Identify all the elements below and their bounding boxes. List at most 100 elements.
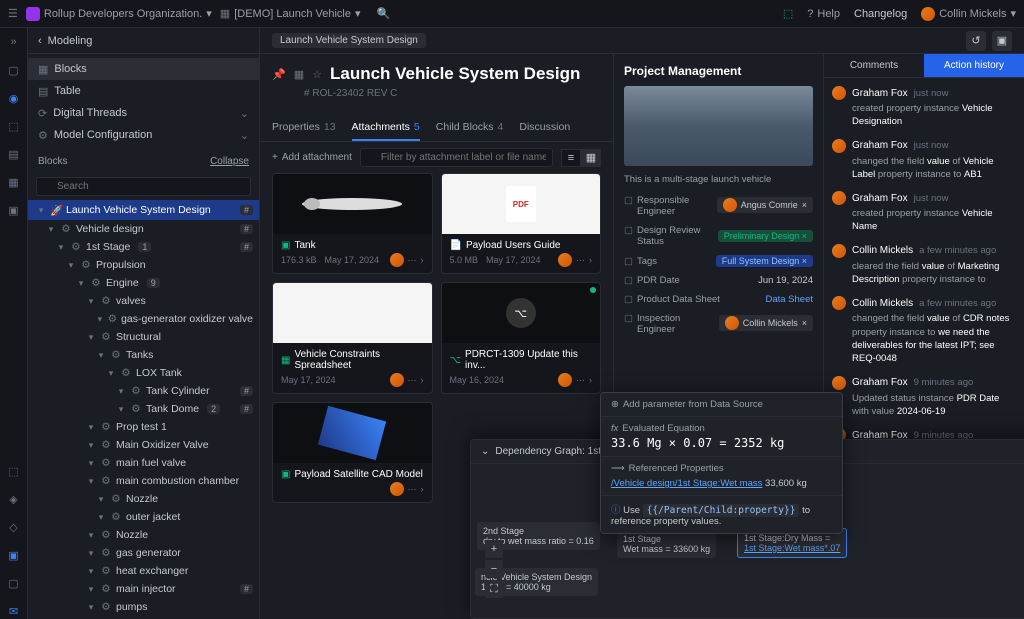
tab-child-blocks[interactable]: Child Blocks4 [436, 115, 504, 141]
nav-icon-b2[interactable]: ◈ [6, 491, 22, 507]
tree-item[interactable]: ▾⚙outer jacket [28, 508, 259, 526]
pm-field: ▢Design Review StatusPreliminary Design … [624, 225, 813, 247]
tree-item[interactable]: ▾⚙gas generator [28, 544, 259, 562]
pm-field: ▢Responsible EngineerAngus Comrie × [624, 195, 813, 217]
menu-icon[interactable]: ☰ [8, 7, 18, 20]
tree-item[interactable]: ▾⚙Engine9 [28, 274, 259, 292]
help-link[interactable]: ?Help [807, 8, 840, 20]
tab-attachments[interactable]: Attachments5 [352, 115, 420, 141]
nav-icon-3[interactable]: ⬚ [6, 118, 22, 134]
pm-title: Project Management [624, 64, 813, 78]
chevron-down-icon[interactable]: ⌄ [481, 446, 489, 457]
activity-item: Collin Mickels a few minutes agochanged … [832, 296, 1016, 365]
plus-circle-icon: ⊕ [611, 399, 619, 410]
tree-item[interactable]: ▾⚙main fuel valve [28, 454, 259, 472]
pin-icon[interactable]: 📌 [272, 68, 286, 81]
chevron-down-icon: ▾ [1010, 7, 1016, 20]
tree-item[interactable]: ▾⚙Nozzle [28, 490, 259, 508]
back-icon[interactable]: ‹ [38, 35, 42, 47]
more-icon: ⋯ [408, 375, 417, 386]
attachment-card[interactable]: ▣ Payload Satellite CAD Model⋯› [272, 402, 433, 503]
tab-action-history[interactable]: Action history [924, 54, 1024, 77]
tree-item[interactable]: ▾⚙Main Oxidizer Valve [28, 436, 259, 454]
tree-item[interactable]: ▾⚙main combustion chamber [28, 472, 259, 490]
tab-discussion[interactable]: Discussion [519, 115, 570, 141]
block-id: ROL-23402 REV C [312, 88, 397, 99]
nav-icon-4[interactable]: ▤ [6, 146, 22, 162]
more-icon: ⋯ [408, 484, 417, 495]
search-icon[interactable]: 🔍 [377, 7, 391, 20]
fit-button[interactable]: ⛶ [485, 580, 503, 598]
nav-icon-b6[interactable]: ✉ [6, 603, 22, 619]
star-icon[interactable]: ☆ [312, 68, 322, 81]
blocks-icon[interactable]: ◉ [6, 90, 22, 106]
menu-item-table[interactable]: ▤ Table [28, 80, 259, 102]
org-dropdown[interactable]: Rollup Developers Organization. ▾ [26, 7, 212, 21]
status-icon[interactable]: ⬚ [783, 7, 793, 20]
user-menu[interactable]: Collin Mickels ▾ [921, 7, 1016, 21]
tree-item[interactable]: ▾⚙pumps [28, 598, 259, 616]
tree-item[interactable]: ▾⚙Prop test 1 [28, 418, 259, 436]
panel-icon[interactable]: ▣ [992, 31, 1012, 51]
tree-item[interactable]: ▾⚙Tank Dome2# [28, 400, 259, 418]
zoom-out-button[interactable]: − [485, 560, 503, 578]
attachment-card[interactable]: ▣ Tank176.3 kBMay 17, 2024⋯› [272, 173, 433, 274]
avatar [921, 7, 935, 21]
attachment-search-input[interactable] [360, 148, 553, 167]
menu-item-digital-threads[interactable]: ⟳ Digital Threads⌄ [28, 102, 259, 124]
tree-item[interactable]: ▾⚙Vehicle design# [28, 220, 259, 238]
tree-item[interactable]: ▾⚙Propulsion [28, 256, 259, 274]
tree-item[interactable]: ▾⚙Tanks [28, 346, 259, 364]
tree-item[interactable]: ▾⚙Nozzle [28, 526, 259, 544]
equation-value: 33.6 Mg × 0.07 = 2352 kg [611, 436, 832, 450]
dashboard-icon[interactable]: ▢ [6, 62, 22, 78]
tree-item[interactable]: ▾⚙Structural [28, 328, 259, 346]
tree-item[interactable]: ▾⚙LOX Tank [28, 364, 259, 382]
tree-item[interactable]: ▾🚀Launch Vehicle System Design# [28, 200, 259, 220]
link-icon: ⟶ [611, 463, 625, 474]
plus-icon: + [272, 152, 278, 163]
tab-properties[interactable]: Properties13 [272, 115, 336, 141]
tree-item[interactable]: ▾⚙heat exchanger [28, 562, 259, 580]
collapse-link[interactable]: Collapse [210, 156, 249, 167]
attachment-card[interactable]: ▦ Vehicle Constraints SpreadsheetMay 17,… [272, 282, 433, 394]
tree-item[interactable]: ▾⚙valves [28, 292, 259, 310]
expand-icon[interactable]: » [6, 34, 22, 50]
menu-item-model-configuration[interactable]: ⚙ Model Configuration⌄ [28, 124, 259, 146]
icon-sidebar: » ▢ ◉ ⬚ ▤ ▦ ▣ ⬚ ◈ ◇ ▣ ▢ ✉ [0, 28, 28, 619]
activity-item: Collin Mickels a few minutes agocleared … [832, 244, 1016, 287]
tree-search-input[interactable] [36, 177, 251, 196]
nav-icon-b4[interactable]: ▣ [6, 547, 22, 563]
attachment-card[interactable]: PDF📄 Payload Users Guide5.0 MBMay 17, 20… [441, 173, 602, 274]
more-icon: ⋯ [576, 375, 585, 386]
tab-comments[interactable]: Comments [824, 54, 924, 77]
tree-item[interactable]: ▾⚙main injector# [28, 580, 259, 598]
ref-link[interactable]: /Vehicle design/1st Stage:Wet mass [611, 478, 762, 489]
nav-icon-6[interactable]: ▣ [6, 202, 22, 218]
list-view-button[interactable]: ≡ [561, 149, 581, 167]
tree-item[interactable]: ▾⚙gas-generator oxidizer valve [28, 310, 259, 328]
add-attachment-button[interactable]: + Add attachment [272, 152, 352, 163]
top-bar: ☰ Rollup Developers Organization. ▾ ▦ [D… [0, 0, 1024, 28]
menu-item-blocks[interactable]: ▦ Blocks [28, 58, 259, 80]
activity-item: Graham Fox just nowcreated property inst… [832, 86, 1016, 129]
zoom-in-button[interactable]: + [485, 540, 503, 558]
add-param-link[interactable]: ⊕ Add parameter from Data Source [611, 399, 832, 410]
nav-icon-b3[interactable]: ◇ [6, 519, 22, 535]
breadcrumb[interactable]: Launch Vehicle System Design [272, 33, 426, 48]
tree-item[interactable]: ▾⚙Tank Cylinder# [28, 382, 259, 400]
grid-view-button[interactable]: ▦ [581, 149, 601, 167]
nav-icon-b5[interactable]: ▢ [6, 575, 22, 591]
nav-icon-b1[interactable]: ⬚ [6, 463, 22, 479]
nav-icon-5[interactable]: ▦ [6, 174, 22, 190]
grid-icon[interactable]: ▦ [294, 68, 304, 81]
project-dropdown[interactable]: ▦ [DEMO] Launch Vehicle ▾ [220, 7, 361, 20]
tree-item[interactable]: ▾⚙1st Stage1# [28, 238, 259, 256]
hash-icon: # [304, 88, 310, 99]
attachment-card[interactable]: ⌥⌥ PDRCT-1309 Update this inv...May 16, … [441, 282, 602, 394]
pm-field: ▢Inspection EngineerCollin Mickels × [624, 313, 813, 335]
changelog-link[interactable]: Changelog [854, 8, 907, 20]
dg-node[interactable]: 1st StageWet mass = 33600 kg [617, 530, 716, 558]
history-icon[interactable]: ↺ [966, 31, 986, 51]
activity-item: Graham Fox 9 minutes agoUpdated status i… [832, 376, 1016, 419]
